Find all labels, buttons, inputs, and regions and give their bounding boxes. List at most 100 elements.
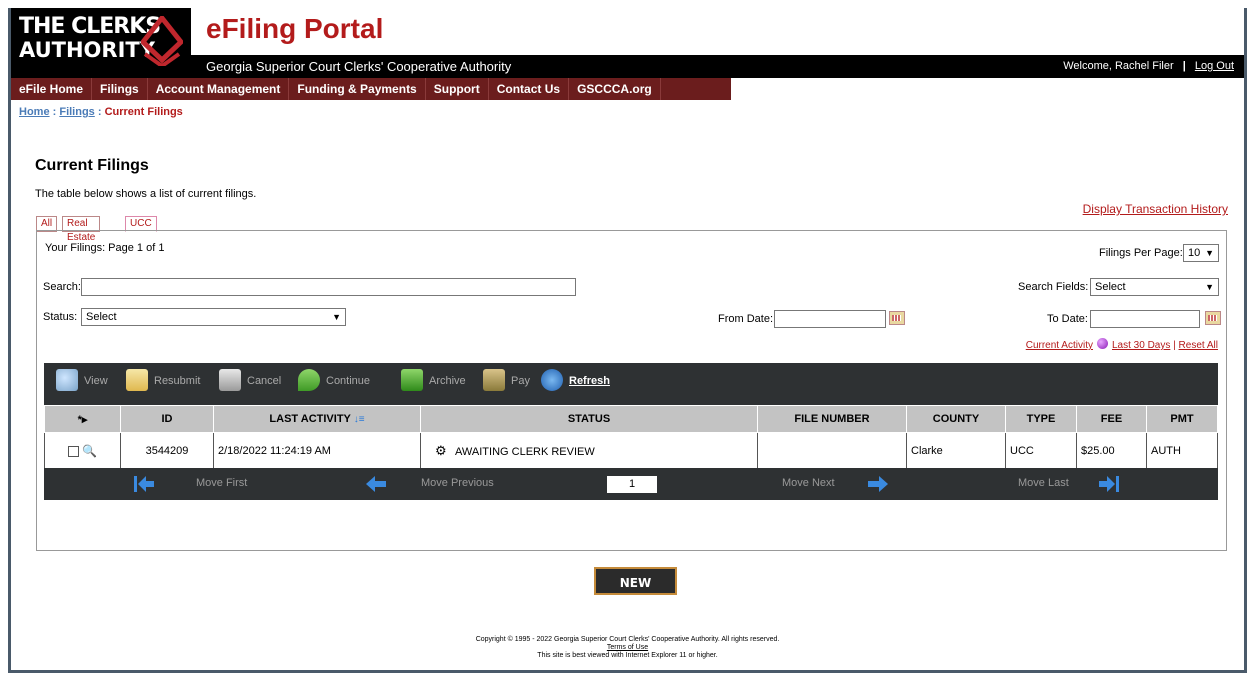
transaction-history-link[interactable]: Display Transaction History bbox=[1083, 202, 1228, 216]
cancel-label: Cancel bbox=[247, 375, 282, 387]
terms-of-use-link[interactable]: Terms of Use bbox=[607, 644, 648, 651]
move-first-icon[interactable] bbox=[134, 476, 154, 492]
col-pmt[interactable]: PMT bbox=[1146, 405, 1218, 433]
per-page-value: 10 bbox=[1188, 247, 1201, 259]
resubmit-label: Resubmit bbox=[154, 375, 201, 387]
breadcrumb-separator: : bbox=[94, 106, 105, 118]
money-hand-icon bbox=[483, 369, 505, 391]
new-filing-button[interactable]: NEW FILING bbox=[594, 567, 677, 618]
col-type[interactable]: TYPE bbox=[1005, 405, 1077, 433]
move-last-button[interactable]: Move Last bbox=[1018, 477, 1069, 489]
col-last-activity[interactable]: LAST ACTIVITY ↓≡ bbox=[213, 405, 421, 433]
row-view-icon[interactable]: 🔍 bbox=[82, 444, 97, 458]
chevron-down-icon: ▼ bbox=[332, 312, 341, 322]
breadcrumb: Home : Filings : Current Filings bbox=[19, 106, 183, 118]
col-select[interactable]: *▸ bbox=[44, 405, 121, 433]
logo[interactable]: THE CLERKS AUTHORITY bbox=[11, 8, 191, 78]
nav-item-support[interactable]: Support bbox=[426, 78, 489, 100]
per-page-select[interactable]: 10 ▼ bbox=[1183, 244, 1219, 262]
logout-link[interactable]: Log Out bbox=[1195, 60, 1234, 72]
page-frame: THE CLERKS AUTHORITY eFiling Portal Geor… bbox=[8, 8, 1247, 673]
col-id[interactable]: ID bbox=[120, 405, 214, 433]
col-status[interactable]: STATUS bbox=[420, 405, 758, 433]
archive-button[interactable]: Archive bbox=[401, 369, 466, 391]
calendar-icon[interactable] bbox=[889, 311, 905, 325]
cancel-button[interactable]: Cancel bbox=[219, 369, 282, 391]
footer-copyright: Copyright © 1995 - 2022 Georgia Superior… bbox=[475, 636, 780, 643]
refresh-label: Refresh bbox=[569, 375, 610, 387]
col-county[interactable]: COUNTY bbox=[906, 405, 1006, 433]
sort-icon: ↓≡ bbox=[353, 414, 365, 425]
breadcrumb-current: Current Filings bbox=[104, 106, 183, 118]
from-date-input[interactable] bbox=[774, 310, 886, 328]
pager: Move First Move Previous 1 Move Next Mov… bbox=[44, 468, 1218, 500]
page-info: Your Filings: Page 1 of 1 bbox=[45, 242, 165, 254]
view-button[interactable]: View bbox=[56, 369, 108, 391]
quick-links: Current Activity Last 30 Days | Reset All bbox=[1026, 338, 1218, 351]
cell-last-activity: 2/18/2022 11:24:19 AM bbox=[213, 432, 421, 470]
last-30-days-link[interactable]: Last 30 Days bbox=[1112, 340, 1170, 351]
org-name: Georgia Superior Court Clerks' Cooperati… bbox=[206, 59, 512, 74]
footer-browser-note: This site is best viewed with Internet E… bbox=[537, 652, 718, 659]
action-toolbar: View Resubmit Cancel Continue Archive Pa… bbox=[44, 363, 1218, 405]
welcome-separator: | bbox=[1182, 60, 1186, 72]
status-label: Status: bbox=[43, 311, 78, 323]
footer: Copyright © 1995 - 2022 Georgia Superior… bbox=[11, 636, 1244, 660]
table-row[interactable]: 🔍 3544209 2/18/2022 11:24:19 AM ⚙ AWAITIN… bbox=[44, 432, 1218, 470]
search-input[interactable] bbox=[81, 278, 576, 296]
to-date-label: To Date: bbox=[1047, 313, 1088, 325]
refresh-button[interactable]: Refresh bbox=[541, 369, 610, 391]
nav-item-contact-us[interactable]: Contact Us bbox=[489, 78, 570, 100]
col-fee[interactable]: FEE bbox=[1076, 405, 1147, 433]
reset-all-link[interactable]: Reset All bbox=[1179, 340, 1218, 351]
move-previous-icon[interactable] bbox=[366, 476, 386, 492]
from-date-label: From Date: bbox=[718, 313, 774, 325]
breadcrumb-filings[interactable]: Filings bbox=[59, 106, 94, 118]
cell-county: Clarke bbox=[906, 432, 1006, 470]
page-number-input[interactable]: 1 bbox=[607, 476, 657, 493]
nav-item-gsccca[interactable]: GSCCCA.org bbox=[569, 78, 661, 100]
archive-box-icon bbox=[401, 369, 423, 391]
status-value: Select bbox=[86, 311, 117, 323]
nav-item-funding-payments[interactable]: Funding & Payments bbox=[289, 78, 426, 100]
resubmit-button[interactable]: Resubmit bbox=[126, 369, 201, 391]
gear-icon: ⚙ bbox=[435, 443, 447, 458]
current-activity-link[interactable]: Current Activity bbox=[1026, 340, 1093, 351]
welcome-text: Welcome, Rachel Filer bbox=[1063, 60, 1174, 72]
status-select[interactable]: Select ▼ bbox=[81, 308, 346, 326]
page-description: The table below shows a list of current … bbox=[35, 188, 257, 200]
logo-line-1: THE CLERKS bbox=[19, 14, 161, 39]
to-date-input[interactable] bbox=[1090, 310, 1200, 328]
continue-button[interactable]: Continue bbox=[298, 369, 370, 391]
search-fields-value: Select bbox=[1095, 281, 1126, 293]
col-file-number[interactable]: FILE NUMBER bbox=[757, 405, 907, 433]
move-next-button[interactable]: Move Next bbox=[782, 477, 835, 489]
search-fields-select[interactable]: Select ▼ bbox=[1090, 278, 1219, 296]
continue-arrow-icon bbox=[298, 369, 320, 391]
calendar-icon[interactable] bbox=[1205, 311, 1221, 325]
logo-line-2: AUTHORITY bbox=[19, 38, 155, 62]
pay-label: Pay bbox=[511, 375, 530, 387]
col-last-activity-label: LAST ACTIVITY bbox=[269, 413, 351, 425]
breadcrumb-separator: : bbox=[49, 106, 60, 118]
nav-item-efile-home[interactable]: eFile Home bbox=[11, 78, 93, 100]
filings-table: *▸ ID LAST ACTIVITY ↓≡ STATUS FILE NUMBE… bbox=[44, 405, 1218, 470]
chevron-down-icon: ▼ bbox=[1205, 282, 1214, 292]
refresh-icon bbox=[541, 369, 563, 391]
trash-icon bbox=[219, 369, 241, 391]
nav-item-filings[interactable]: Filings bbox=[92, 78, 148, 100]
cell-id: 3544209 bbox=[120, 432, 214, 470]
chevron-down-icon: ▼ bbox=[1205, 248, 1214, 258]
cell-file-number bbox=[757, 432, 907, 470]
nav-item-account-management[interactable]: Account Management bbox=[148, 78, 290, 100]
move-first-button[interactable]: Move First bbox=[196, 477, 247, 489]
pay-button[interactable]: Pay bbox=[483, 369, 530, 391]
archive-label: Archive bbox=[429, 375, 466, 387]
move-next-icon[interactable] bbox=[868, 476, 888, 492]
row-checkbox[interactable] bbox=[67, 445, 79, 457]
breadcrumb-home[interactable]: Home bbox=[19, 106, 50, 118]
table-header-row: *▸ ID LAST ACTIVITY ↓≡ STATUS FILE NUMBE… bbox=[44, 405, 1218, 433]
portal-title: eFiling Portal bbox=[206, 13, 384, 44]
move-previous-button[interactable]: Move Previous bbox=[421, 477, 494, 489]
move-last-icon[interactable] bbox=[1099, 476, 1119, 492]
